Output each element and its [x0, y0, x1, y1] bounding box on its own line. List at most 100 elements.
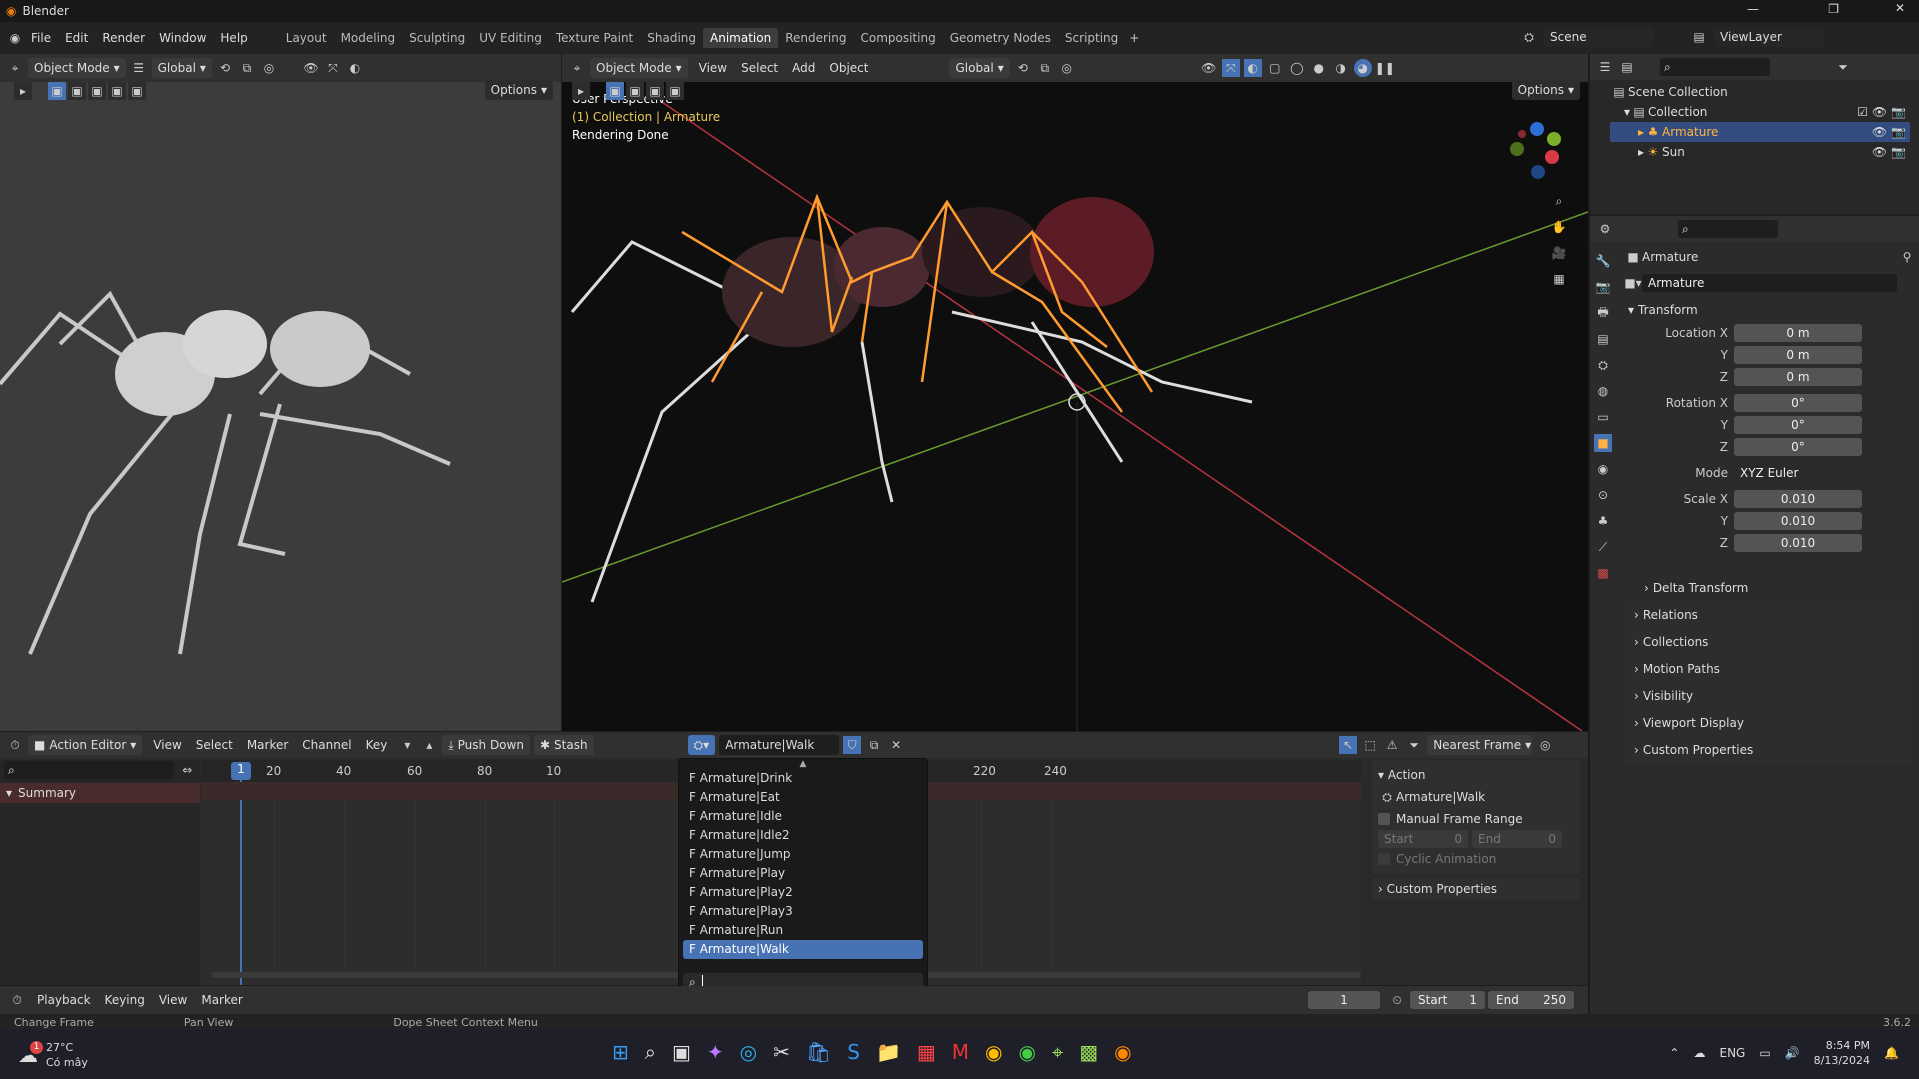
- store-icon[interactable]: 🛍: [806, 1040, 831, 1064]
- editor-type-icon[interactable]: ⏱: [6, 736, 24, 754]
- tab-shading[interactable]: Shading: [640, 28, 703, 48]
- properties-type-icon[interactable]: ⚙: [1596, 220, 1614, 238]
- snap-icon[interactable]: ⧉: [238, 59, 256, 77]
- custom-properties-section[interactable]: › Custom Properties: [1372, 878, 1580, 900]
- filter-icon[interactable]: ⏷: [1405, 736, 1423, 754]
- action-list-item[interactable]: F Armature|Play2: [683, 883, 923, 902]
- viewport-menu-select[interactable]: Select: [734, 58, 785, 78]
- push-down-button[interactable]: ⤓ Push Down: [442, 735, 530, 755]
- visibility-icon[interactable]: 👁: [302, 59, 320, 77]
- grid-icon[interactable]: ▦: [1550, 270, 1568, 288]
- notification-icon[interactable]: 🔔: [1884, 1046, 1899, 1060]
- onedrive-icon[interactable]: ☁: [1693, 1046, 1705, 1060]
- select-tool-icon[interactable]: ▸: [14, 82, 32, 100]
- filter-icon[interactable]: ⏷: [1834, 58, 1852, 76]
- swap-icon[interactable]: ⇔: [178, 761, 196, 779]
- only-selected-icon[interactable]: ↖: [1339, 736, 1358, 754]
- language-indicator[interactable]: ENG: [1719, 1046, 1745, 1060]
- scene-field[interactable]: Scene: [1544, 27, 1654, 47]
- world-tab-icon[interactable]: ◍: [1594, 382, 1612, 400]
- overlay-icon[interactable]: ◐: [346, 59, 364, 77]
- collection-row[interactable]: ▾ ▤ Collection ☑👁📷: [1610, 102, 1910, 122]
- render-tab-icon[interactable]: 📷: [1594, 278, 1612, 296]
- pin-icon[interactable]: ⚲: [1898, 248, 1916, 266]
- tab-layout[interactable]: Layout: [279, 28, 334, 48]
- stash-button[interactable]: ✱ Stash: [533, 735, 594, 755]
- transform-value-field[interactable]: 0.010: [1734, 534, 1862, 552]
- summary-channel[interactable]: ▾ Summary: [0, 783, 200, 803]
- task-view-icon[interactable]: ▣: [672, 1040, 691, 1064]
- fake-user-icon[interactable]: ⛉: [843, 736, 862, 754]
- app-m-icon[interactable]: M: [952, 1040, 969, 1064]
- ae-menu-view[interactable]: View: [146, 735, 188, 755]
- tab-sculpting[interactable]: Sculpting: [402, 28, 472, 48]
- file-explorer-icon[interactable]: 📁: [876, 1040, 901, 1064]
- start-frame-field[interactable]: Start 1: [1410, 991, 1485, 1009]
- pause-icon[interactable]: ❚❚: [1375, 59, 1395, 77]
- texture-tab-icon[interactable]: ▩: [1594, 564, 1612, 582]
- clock[interactable]: 8:54 PM 8/13/2024: [1814, 1038, 1870, 1068]
- menu-edit[interactable]: Edit: [58, 28, 95, 48]
- select-tool-icon[interactable]: ▸: [572, 82, 590, 100]
- select-box-icon[interactable]: ▣: [48, 82, 66, 100]
- stopwatch-icon[interactable]: ⏲: [1388, 991, 1406, 1009]
- tab-texture-paint[interactable]: Texture Paint: [549, 28, 640, 48]
- channel-search[interactable]: ⌕: [4, 761, 175, 779]
- network-icon[interactable]: ▭: [1759, 1046, 1770, 1060]
- collection-tab-icon[interactable]: ▭: [1594, 408, 1612, 426]
- gizmo-icon[interactable]: ⤧: [324, 59, 342, 77]
- action-name-field[interactable]: Armature|Walk: [719, 735, 840, 755]
- add-workspace-icon[interactable]: +: [1125, 29, 1143, 47]
- action-list-item[interactable]: F Armature|Play3: [683, 902, 923, 921]
- data-tab-icon[interactable]: ♣: [1594, 512, 1612, 530]
- tab-scripting[interactable]: Scripting: [1058, 28, 1125, 48]
- select-extend-icon[interactable]: ▣: [68, 82, 86, 100]
- section-delta-transform[interactable]: › Delta Transform: [1624, 575, 1912, 601]
- pivot-icon[interactable]: ⟲: [216, 59, 234, 77]
- action-list-item[interactable]: F Armature|Idle: [683, 807, 923, 826]
- outliner-type-icon[interactable]: ☰: [1596, 58, 1614, 76]
- navigation-gizmo[interactable]: [1502, 114, 1572, 184]
- section-viewport-display[interactable]: › Viewport Display: [1624, 710, 1912, 736]
- maximize-icon[interactable]: ❐: [1828, 2, 1839, 16]
- menu-window[interactable]: Window: [152, 28, 213, 48]
- object-name-field[interactable]: Armature: [1642, 274, 1897, 292]
- section-relations[interactable]: › Relations: [1624, 602, 1912, 628]
- skype-icon[interactable]: S: [847, 1040, 860, 1064]
- key-down-icon[interactable]: ▾: [398, 736, 416, 754]
- lock-icon[interactable]: [1866, 438, 1884, 456]
- action-list-item[interactable]: F Armature|Play: [683, 864, 923, 883]
- select-invert-icon[interactable]: ▣: [666, 82, 684, 100]
- properties-search[interactable]: ⌕: [1678, 220, 1778, 238]
- left-viewport[interactable]: ⌖ Object Mode ▾ ☰ Global ▾ ⟲ ⧉ ◎ 👁 ⤧ ◐ O…: [0, 54, 561, 731]
- ae-menu-channel[interactable]: Channel: [295, 735, 358, 755]
- main-options-dropdown[interactable]: Options ▾: [1511, 80, 1580, 100]
- snipping-icon[interactable]: ✂: [773, 1040, 790, 1064]
- scene-tab-icon[interactable]: ⛭: [1594, 356, 1612, 374]
- current-frame-indicator[interactable]: 1: [231, 762, 251, 780]
- proportional-icon[interactable]: ◎: [1058, 59, 1076, 77]
- editor-type-icon[interactable]: ⌖: [6, 59, 24, 77]
- tab-animation[interactable]: Animation: [703, 28, 779, 48]
- viewport-menu-add[interactable]: Add: [785, 58, 822, 78]
- transform-value-field[interactable]: 0 m: [1734, 324, 1862, 342]
- object-tab-icon[interactable]: ■: [1594, 434, 1612, 452]
- scene-icon[interactable]: ⛭: [1520, 28, 1538, 46]
- view-layer-icon[interactable]: ▤: [1690, 28, 1708, 46]
- blender-menu-icon[interactable]: ◉: [6, 29, 24, 47]
- transform-value-field[interactable]: 0°: [1734, 438, 1862, 456]
- menu-help[interactable]: Help: [213, 28, 254, 48]
- timeline-menu-marker[interactable]: Marker: [194, 990, 249, 1010]
- select-box-icon[interactable]: ▣: [606, 82, 624, 100]
- ae-menu-marker[interactable]: Marker: [240, 735, 295, 755]
- rendered-shading-icon[interactable]: ◕: [1353, 59, 1372, 77]
- timeline-menu-playback[interactable]: Playback: [30, 990, 98, 1010]
- hidden-icon[interactable]: ⬚: [1361, 736, 1379, 754]
- scene-collection-row[interactable]: ▤ Scene Collection: [1610, 82, 1910, 102]
- camera-icon[interactable]: 🎥: [1550, 244, 1568, 262]
- tray-chevron-icon[interactable]: ⌃: [1669, 1046, 1679, 1060]
- select-invert-icon[interactable]: ▣: [108, 82, 126, 100]
- pivot-icon[interactable]: ⟲: [1014, 59, 1032, 77]
- app-crosshair-icon[interactable]: ⌖: [1052, 1040, 1063, 1064]
- tab-compositing[interactable]: Compositing: [853, 28, 942, 48]
